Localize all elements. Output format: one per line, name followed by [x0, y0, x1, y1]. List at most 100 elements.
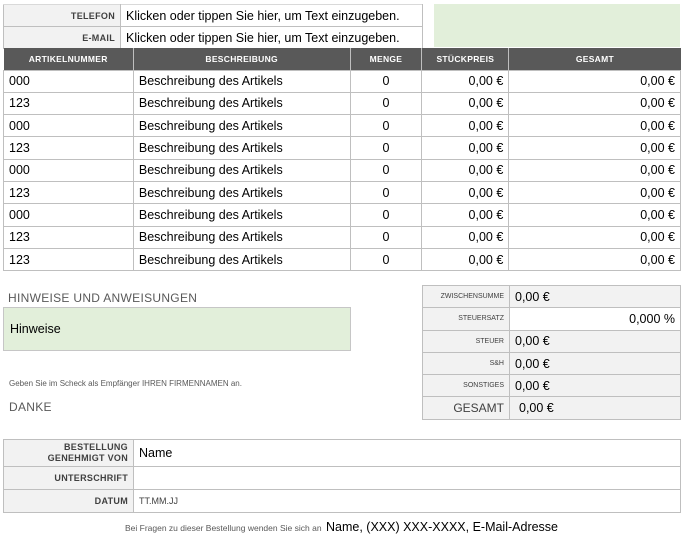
quantity-cell[interactable]: 0 — [349, 203, 423, 227]
table-row: 000 Beschreibung des Artikels 0 0,00 €0,00 … — [3, 69, 681, 93]
phone-field[interactable]: Klicken oder tippen Sie hier, um Text ei… — [120, 4, 423, 27]
quantity-cell[interactable]: 0 — [349, 180, 423, 205]
check-note: Geben Sie im Scheck als Empfänger IHREN … — [9, 379, 242, 388]
email-field[interactable]: Klicken oder tippen Sie hier, um Text ei… — [120, 26, 423, 49]
date-label: DATUM — [3, 489, 134, 513]
subtotal-row: ZWISCHENSUMME 0,00 € — [422, 284, 681, 309]
description-cell[interactable]: Beschreibung des Artikels — [132, 180, 351, 205]
approved-by-row: BESTELLUNG GENEHMIGT VON Name — [3, 439, 681, 467]
header-total: GESAMT — [508, 48, 681, 70]
subtotal-label: ZWISCHENSUMME — [422, 284, 510, 309]
description-cell[interactable]: Beschreibung des Artikels — [132, 69, 351, 93]
other-row: SONSTIGES 0,00 € — [422, 374, 681, 398]
other-label: SONSTIGES — [422, 374, 510, 398]
item-number-cell[interactable]: 123 — [3, 225, 134, 249]
quantity-cell[interactable]: 0 — [349, 158, 423, 182]
unit-price-cell[interactable]: 0,00 € — [421, 180, 510, 205]
email-label: E-MAIL — [3, 26, 121, 49]
items-table: ARTIKELNUMMER BESCHREIBUNG MENGE STÜCKPR… — [3, 48, 681, 272]
tax-value[interactable]: 0,00 € — [509, 329, 681, 353]
item-number-cell[interactable]: 123 — [3, 136, 134, 160]
thanks-text: DANKE — [9, 400, 52, 414]
description-cell[interactable]: Beschreibung des Artikels — [132, 158, 351, 182]
item-number-cell[interactable]: 000 — [3, 114, 134, 138]
signature-label: UNTERSCHRIFT — [3, 466, 134, 490]
contact-table: TELEFON Klicken oder tippen Sie hier, um… — [3, 4, 423, 49]
subtotal-value[interactable]: 0,00 € — [509, 284, 681, 309]
table-row: 000 Beschreibung des Artikels 0 0,00 €0,00 … — [3, 203, 681, 227]
table-row: 123 Beschreibung des Artikels 0 0,00 €0,00 … — [3, 225, 681, 249]
description-cell[interactable]: Beschreibung des Artikels — [132, 136, 351, 160]
total-cell[interactable]: 0,00 € — [508, 69, 681, 93]
item-number-cell[interactable]: 000 — [3, 158, 134, 182]
total-cell[interactable]: 0,00 € — [508, 114, 681, 138]
phone-label: TELEFON — [3, 4, 121, 27]
description-cell[interactable]: Beschreibung des Artikels — [132, 247, 351, 272]
table-row: 123 Beschreibung des Artikels 0 0,00 €0,00 … — [3, 247, 681, 272]
total-cell[interactable]: 0,00 € — [508, 225, 681, 249]
description-cell[interactable]: Beschreibung des Artikels — [132, 203, 351, 227]
header-quantity: MENGE — [350, 48, 423, 70]
signature-row: UNTERSCHRIFT — [3, 466, 681, 490]
table-row: 123 Beschreibung des Artikels 0 0,00 €0,00 … — [3, 180, 681, 205]
quantity-cell[interactable]: 0 — [349, 136, 423, 160]
other-value[interactable]: 0,00 € — [509, 374, 681, 398]
quantity-cell[interactable]: 0 — [349, 225, 423, 249]
item-number-cell[interactable]: 123 — [3, 247, 134, 272]
items-header-row: ARTIKELNUMMER BESCHREIBUNG MENGE STÜCKPR… — [3, 48, 681, 70]
footer-contact: Name, (XXX) XXX-XXXX, E-Mail-Adresse — [326, 520, 559, 534]
notes-heading: HINWEISE UND ANWEISUNGEN — [8, 291, 198, 305]
tax-label: STEUER — [422, 329, 510, 353]
approved-by-label: BESTELLUNG GENEHMIGT VON — [3, 439, 134, 467]
table-row: 000 Beschreibung des Artikels 0 0,00 €0,00 … — [3, 158, 681, 182]
header-description: BESCHREIBUNG — [133, 48, 351, 70]
quantity-cell[interactable]: 0 — [349, 91, 423, 116]
unit-price-cell[interactable]: 0,00 € — [421, 158, 510, 182]
approval-table: BESTELLUNG GENEHMIGT VON Name UNTERSCHRI… — [3, 439, 681, 513]
description-cell[interactable]: Beschreibung des Artikels — [132, 114, 351, 138]
total-cell[interactable]: 0,00 € — [508, 136, 681, 160]
table-row: 123 Beschreibung des Artikels 0 0,00 €0,00 … — [3, 91, 681, 116]
highlight-box[interactable] — [434, 4, 680, 47]
item-number-cell[interactable]: 123 — [3, 91, 134, 116]
unit-price-cell[interactable]: 0,00 € — [421, 91, 510, 116]
unit-price-cell[interactable]: 0,00 € — [421, 247, 510, 272]
shipping-label: S&H — [422, 351, 510, 376]
total-value[interactable]: 0,00 € — [509, 396, 681, 420]
description-cell[interactable]: Beschreibung des Artikels — [132, 225, 351, 249]
totals-table: ZWISCHENSUMME 0,00 € STEUERSATZ 0,000 % … — [422, 284, 681, 420]
tax-rate-label: STEUERSATZ — [422, 307, 510, 331]
unit-price-cell[interactable]: 0,00 € — [421, 136, 510, 160]
notes-field[interactable]: Hinweise — [3, 307, 351, 351]
date-row: DATUM TT.MM.JJ — [3, 489, 681, 513]
signature-field[interactable] — [133, 466, 681, 490]
unit-price-cell[interactable]: 0,00 € — [421, 225, 510, 249]
unit-price-cell[interactable]: 0,00 € — [421, 114, 510, 138]
tax-row: STEUER 0,00 € — [422, 329, 681, 353]
total-cell[interactable]: 0,00 € — [508, 91, 681, 116]
total-cell[interactable]: 0,00 € — [508, 180, 681, 205]
total-cell[interactable]: 0,00 € — [508, 247, 681, 272]
approved-by-field[interactable]: Name — [133, 439, 681, 467]
description-cell[interactable]: Beschreibung des Artikels — [132, 91, 351, 116]
total-cell[interactable]: 0,00 € — [508, 158, 681, 182]
footer-prefix: Bei Fragen zu dieser Bestellung wenden S… — [124, 523, 322, 533]
unit-price-cell[interactable]: 0,00 € — [421, 203, 510, 227]
phone-row: TELEFON Klicken oder tippen Sie hier, um… — [3, 4, 423, 27]
quantity-cell[interactable]: 0 — [349, 114, 423, 138]
quantity-cell[interactable]: 0 — [349, 247, 423, 272]
item-number-cell[interactable]: 000 — [3, 203, 134, 227]
quantity-cell[interactable]: 0 — [349, 69, 423, 93]
table-row: 123 Beschreibung des Artikels 0 0,00 €0,00 … — [3, 136, 681, 160]
item-number-cell[interactable]: 123 — [3, 180, 134, 205]
footer: Bei Fragen zu dieser Bestellung wenden S… — [0, 518, 683, 536]
tax-rate-value[interactable]: 0,000 % — [509, 307, 681, 331]
shipping-value[interactable]: 0,00 € — [509, 351, 681, 376]
table-row: 000 Beschreibung des Artikels 0 0,00 €0,00 … — [3, 114, 681, 138]
header-item-number: ARTIKELNUMMER — [3, 48, 134, 70]
unit-price-cell[interactable]: 0,00 € — [421, 69, 510, 93]
tax-rate-row: STEUERSATZ 0,000 % — [422, 307, 681, 331]
item-number-cell[interactable]: 000 — [3, 69, 134, 93]
total-cell[interactable]: 0,00 € — [508, 203, 681, 227]
date-field[interactable]: TT.MM.JJ — [133, 489, 681, 513]
